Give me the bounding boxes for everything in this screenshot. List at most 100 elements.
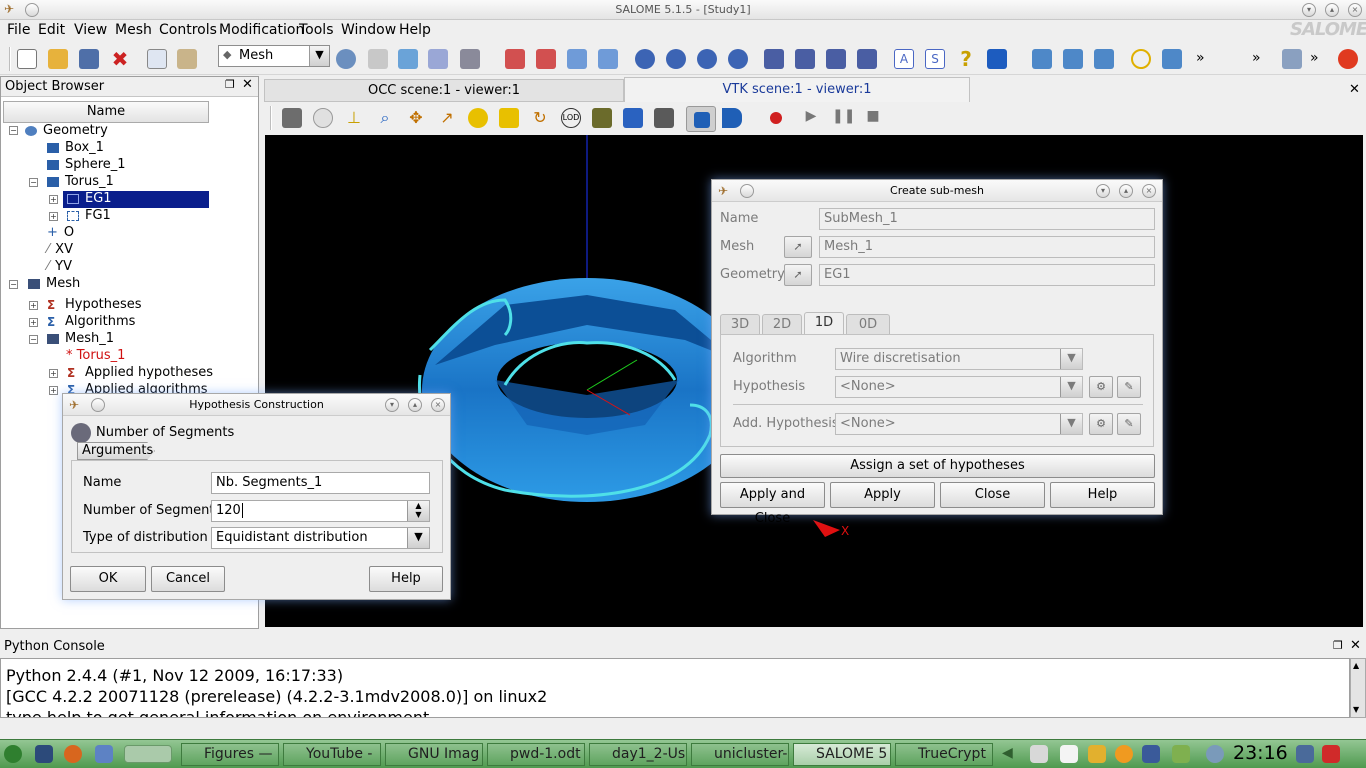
- float-icon[interactable]: ❐: [225, 78, 235, 91]
- dialog-menu-icon[interactable]: ✈: [718, 180, 728, 202]
- mail-icon[interactable]: [95, 745, 113, 763]
- chevron-down-icon[interactable]: ▼: [1060, 377, 1082, 397]
- dialog-close-button[interactable]: ×: [431, 398, 445, 412]
- select-geometry-arrow-icon[interactable]: ➚: [784, 264, 812, 286]
- clipboard-icon[interactable]: [1060, 745, 1078, 763]
- dialog-maximize-button[interactable]: ▴: [408, 398, 422, 412]
- tree-item-mesh[interactable]: Mesh: [28, 276, 80, 291]
- firefox-icon[interactable]: [64, 745, 82, 763]
- gear-icon-2[interactable]: [666, 49, 686, 69]
- expand-applied-algo[interactable]: +: [49, 386, 58, 395]
- tree-item-applied-hypotheses[interactable]: Σ Applied hypotheses: [67, 365, 213, 380]
- tree-item-algorithms[interactable]: Σ Algorithms: [47, 314, 135, 329]
- toolbar-overflow[interactable]: »: [1196, 50, 1205, 66]
- copy-icon[interactable]: [147, 49, 167, 69]
- chevron-down-icon[interactable]: ▼: [407, 528, 429, 548]
- hyp-help-button[interactable]: Help: [369, 566, 443, 592]
- tree-item-sphere[interactable]: Sphere_1: [47, 157, 126, 172]
- task-gimp[interactable]: GNU Imag: [385, 743, 483, 766]
- close-button[interactable]: Close: [940, 482, 1045, 508]
- mesh-module-icon[interactable]: [368, 49, 388, 69]
- dialog-menu-icon[interactable]: ✈: [69, 394, 79, 416]
- task-pwd[interactable]: pwd-1.odt: [487, 743, 585, 766]
- minimize-button[interactable]: ▾: [1302, 3, 1316, 17]
- save-icon[interactable]: [79, 49, 99, 69]
- menu-help[interactable]: Help: [399, 22, 431, 38]
- paste-icon[interactable]: [177, 49, 197, 69]
- parallel-mode-button[interactable]: [686, 106, 716, 132]
- workspace-switcher[interactable]: [124, 745, 172, 763]
- record-icon[interactable]: [770, 112, 782, 124]
- zoom-icon[interactable]: ⌕: [375, 108, 395, 128]
- ok-button[interactable]: OK: [70, 566, 146, 592]
- view-icon[interactable]: [1282, 49, 1302, 69]
- fit-all-icon[interactable]: [499, 108, 519, 128]
- expand-hypotheses[interactable]: +: [29, 301, 38, 310]
- console-scrollbar[interactable]: ▲ ▼: [1350, 658, 1366, 718]
- exit-icon[interactable]: [1338, 49, 1358, 69]
- filter-icon-2[interactable]: [1063, 49, 1083, 69]
- module-combobox[interactable]: ◆ Mesh ▼: [218, 45, 330, 67]
- filter-icon-3[interactable]: [1094, 49, 1114, 69]
- battery-icon[interactable]: [1172, 745, 1190, 763]
- task-salome[interactable]: SALOME 5: [793, 743, 891, 766]
- module-activate-icon[interactable]: [336, 49, 356, 69]
- scroll-left-icon[interactable]: ◀: [1002, 745, 1013, 761]
- reset-view-icon[interactable]: [654, 108, 674, 128]
- selection-filter-icon[interactable]: [1162, 49, 1182, 69]
- menu-edit[interactable]: Edit: [38, 22, 65, 38]
- toolbar-overflow-2[interactable]: »: [1252, 50, 1261, 66]
- dialog-sticky-button[interactable]: [91, 398, 105, 412]
- tab-3d[interactable]: 3D: [720, 314, 760, 334]
- task-truecrypt[interactable]: TrueCrypt: [895, 743, 993, 766]
- lod-icon[interactable]: LOD: [561, 108, 581, 128]
- create-mesh-icon[interactable]: [505, 49, 525, 69]
- show-desktop-icon[interactable]: [35, 745, 53, 763]
- info-icon[interactable]: [764, 49, 784, 69]
- close-icon[interactable]: ✕: [242, 77, 253, 92]
- create-hypothesis-icon[interactable]: ⚙: [1089, 376, 1113, 398]
- pause-icon[interactable]: ❚❚: [832, 108, 855, 128]
- axes-icon[interactable]: ⊥: [344, 108, 364, 128]
- network-icon[interactable]: [1142, 745, 1160, 763]
- num-segments-spinbox[interactable]: 120 ▲ ▼: [211, 500, 430, 522]
- hypothesis-combo[interactable]: <None> ▼: [835, 376, 1083, 398]
- geometry-module-icon[interactable]: [398, 49, 418, 69]
- submesh-geometry-field[interactable]: EG1: [819, 264, 1155, 286]
- menu-window[interactable]: Window: [341, 22, 396, 38]
- tab-0d[interactable]: 0D: [846, 314, 890, 334]
- tree-item-torus[interactable]: Torus_1: [47, 174, 114, 189]
- control-icon[interactable]: [857, 49, 877, 69]
- lock-icon[interactable]: [1296, 745, 1314, 763]
- mesh-info-icon[interactable]: [795, 49, 815, 69]
- text-a-icon[interactable]: A: [894, 49, 914, 69]
- tree-item-origin[interactable]: + O: [47, 225, 74, 240]
- create-add-hypothesis-icon[interactable]: ⚙: [1089, 413, 1113, 435]
- whats-this-icon[interactable]: ?: [956, 49, 976, 69]
- text-s-icon[interactable]: S: [925, 49, 945, 69]
- python-console-output[interactable]: Python 2.4.4 (#1, Nov 12 2009, 16:17:33)…: [0, 658, 1350, 718]
- folder-icon[interactable]: [1088, 745, 1106, 763]
- open-folder-icon[interactable]: [48, 49, 68, 69]
- quality-icon[interactable]: [826, 49, 846, 69]
- dump-view-icon[interactable]: [282, 108, 302, 128]
- task-day1[interactable]: day1_2-Us: [589, 743, 687, 766]
- chevron-down-icon[interactable]: ▼: [1060, 349, 1082, 369]
- name-column-header[interactable]: Name: [3, 101, 209, 123]
- expand-algorithms[interactable]: +: [29, 318, 38, 327]
- task-youtube[interactable]: YouTube -: [283, 743, 381, 766]
- compute-icon[interactable]: [598, 49, 618, 69]
- menu-mesh[interactable]: Mesh: [115, 22, 152, 38]
- add-hypothesis-combo[interactable]: <None> ▼: [835, 413, 1083, 435]
- expand-eg1[interactable]: +: [49, 195, 58, 204]
- hyp-name-input[interactable]: Nb. Segments_1: [211, 472, 430, 494]
- play-icon[interactable]: ▶: [801, 108, 821, 128]
- task-figures[interactable]: Figures —: [181, 743, 279, 766]
- scroll-down-icon[interactable]: ▼: [1353, 705, 1359, 714]
- submesh-name-field[interactable]: SubMesh_1: [819, 208, 1155, 230]
- tab-2d[interactable]: 2D: [762, 314, 802, 334]
- expand-geometry[interactable]: −: [9, 126, 18, 135]
- edit-mesh-icon[interactable]: [567, 49, 587, 69]
- edit-hypothesis-icon[interactable]: ✎: [1117, 376, 1141, 398]
- info-icon[interactable]: [1206, 745, 1224, 763]
